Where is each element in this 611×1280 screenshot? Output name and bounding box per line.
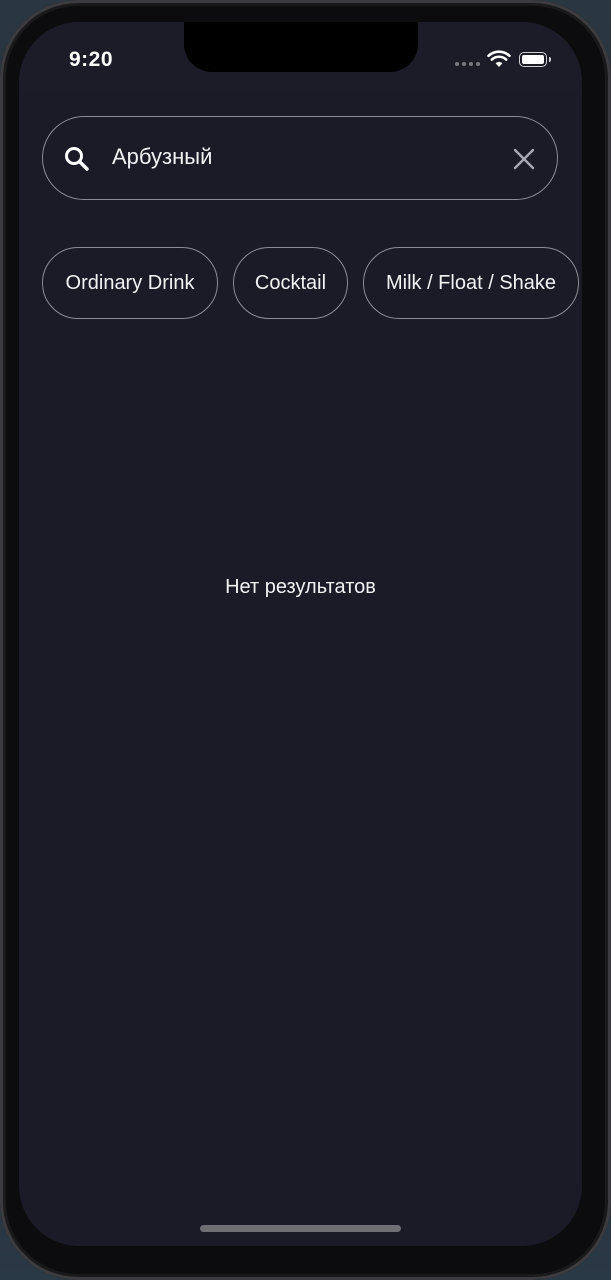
filter-chip-ordinary-drink[interactable]: Ordinary Drink	[42, 247, 218, 319]
filter-chip-cocktail[interactable]: Cocktail	[233, 247, 348, 319]
status-bar: 9:20	[19, 22, 582, 94]
battery-level	[522, 55, 544, 64]
notch	[184, 22, 418, 72]
status-time: 9:20	[69, 48, 114, 71]
search-field[interactable]: Арбузный	[42, 116, 558, 200]
battery-icon	[519, 52, 551, 67]
filter-chip-milk-float-shake[interactable]: Milk / Float / Shake	[363, 247, 579, 319]
empty-results-message: Нет результатов	[225, 576, 376, 598]
search-input[interactable]: Арбузный	[112, 144, 212, 170]
search-icon	[65, 147, 89, 171]
home-indicator[interactable]	[200, 1225, 401, 1232]
cellular-signal-icon	[455, 62, 485, 68]
wifi-icon	[487, 50, 511, 67]
close-icon[interactable]	[513, 148, 535, 170]
app-screen: 9:20 Арбузный Ordinary Drink Cocktail Mi…	[19, 22, 582, 1246]
phone-frame: 9:20 Арбузный Ordinary Drink Cocktail Mi…	[0, 0, 611, 1280]
